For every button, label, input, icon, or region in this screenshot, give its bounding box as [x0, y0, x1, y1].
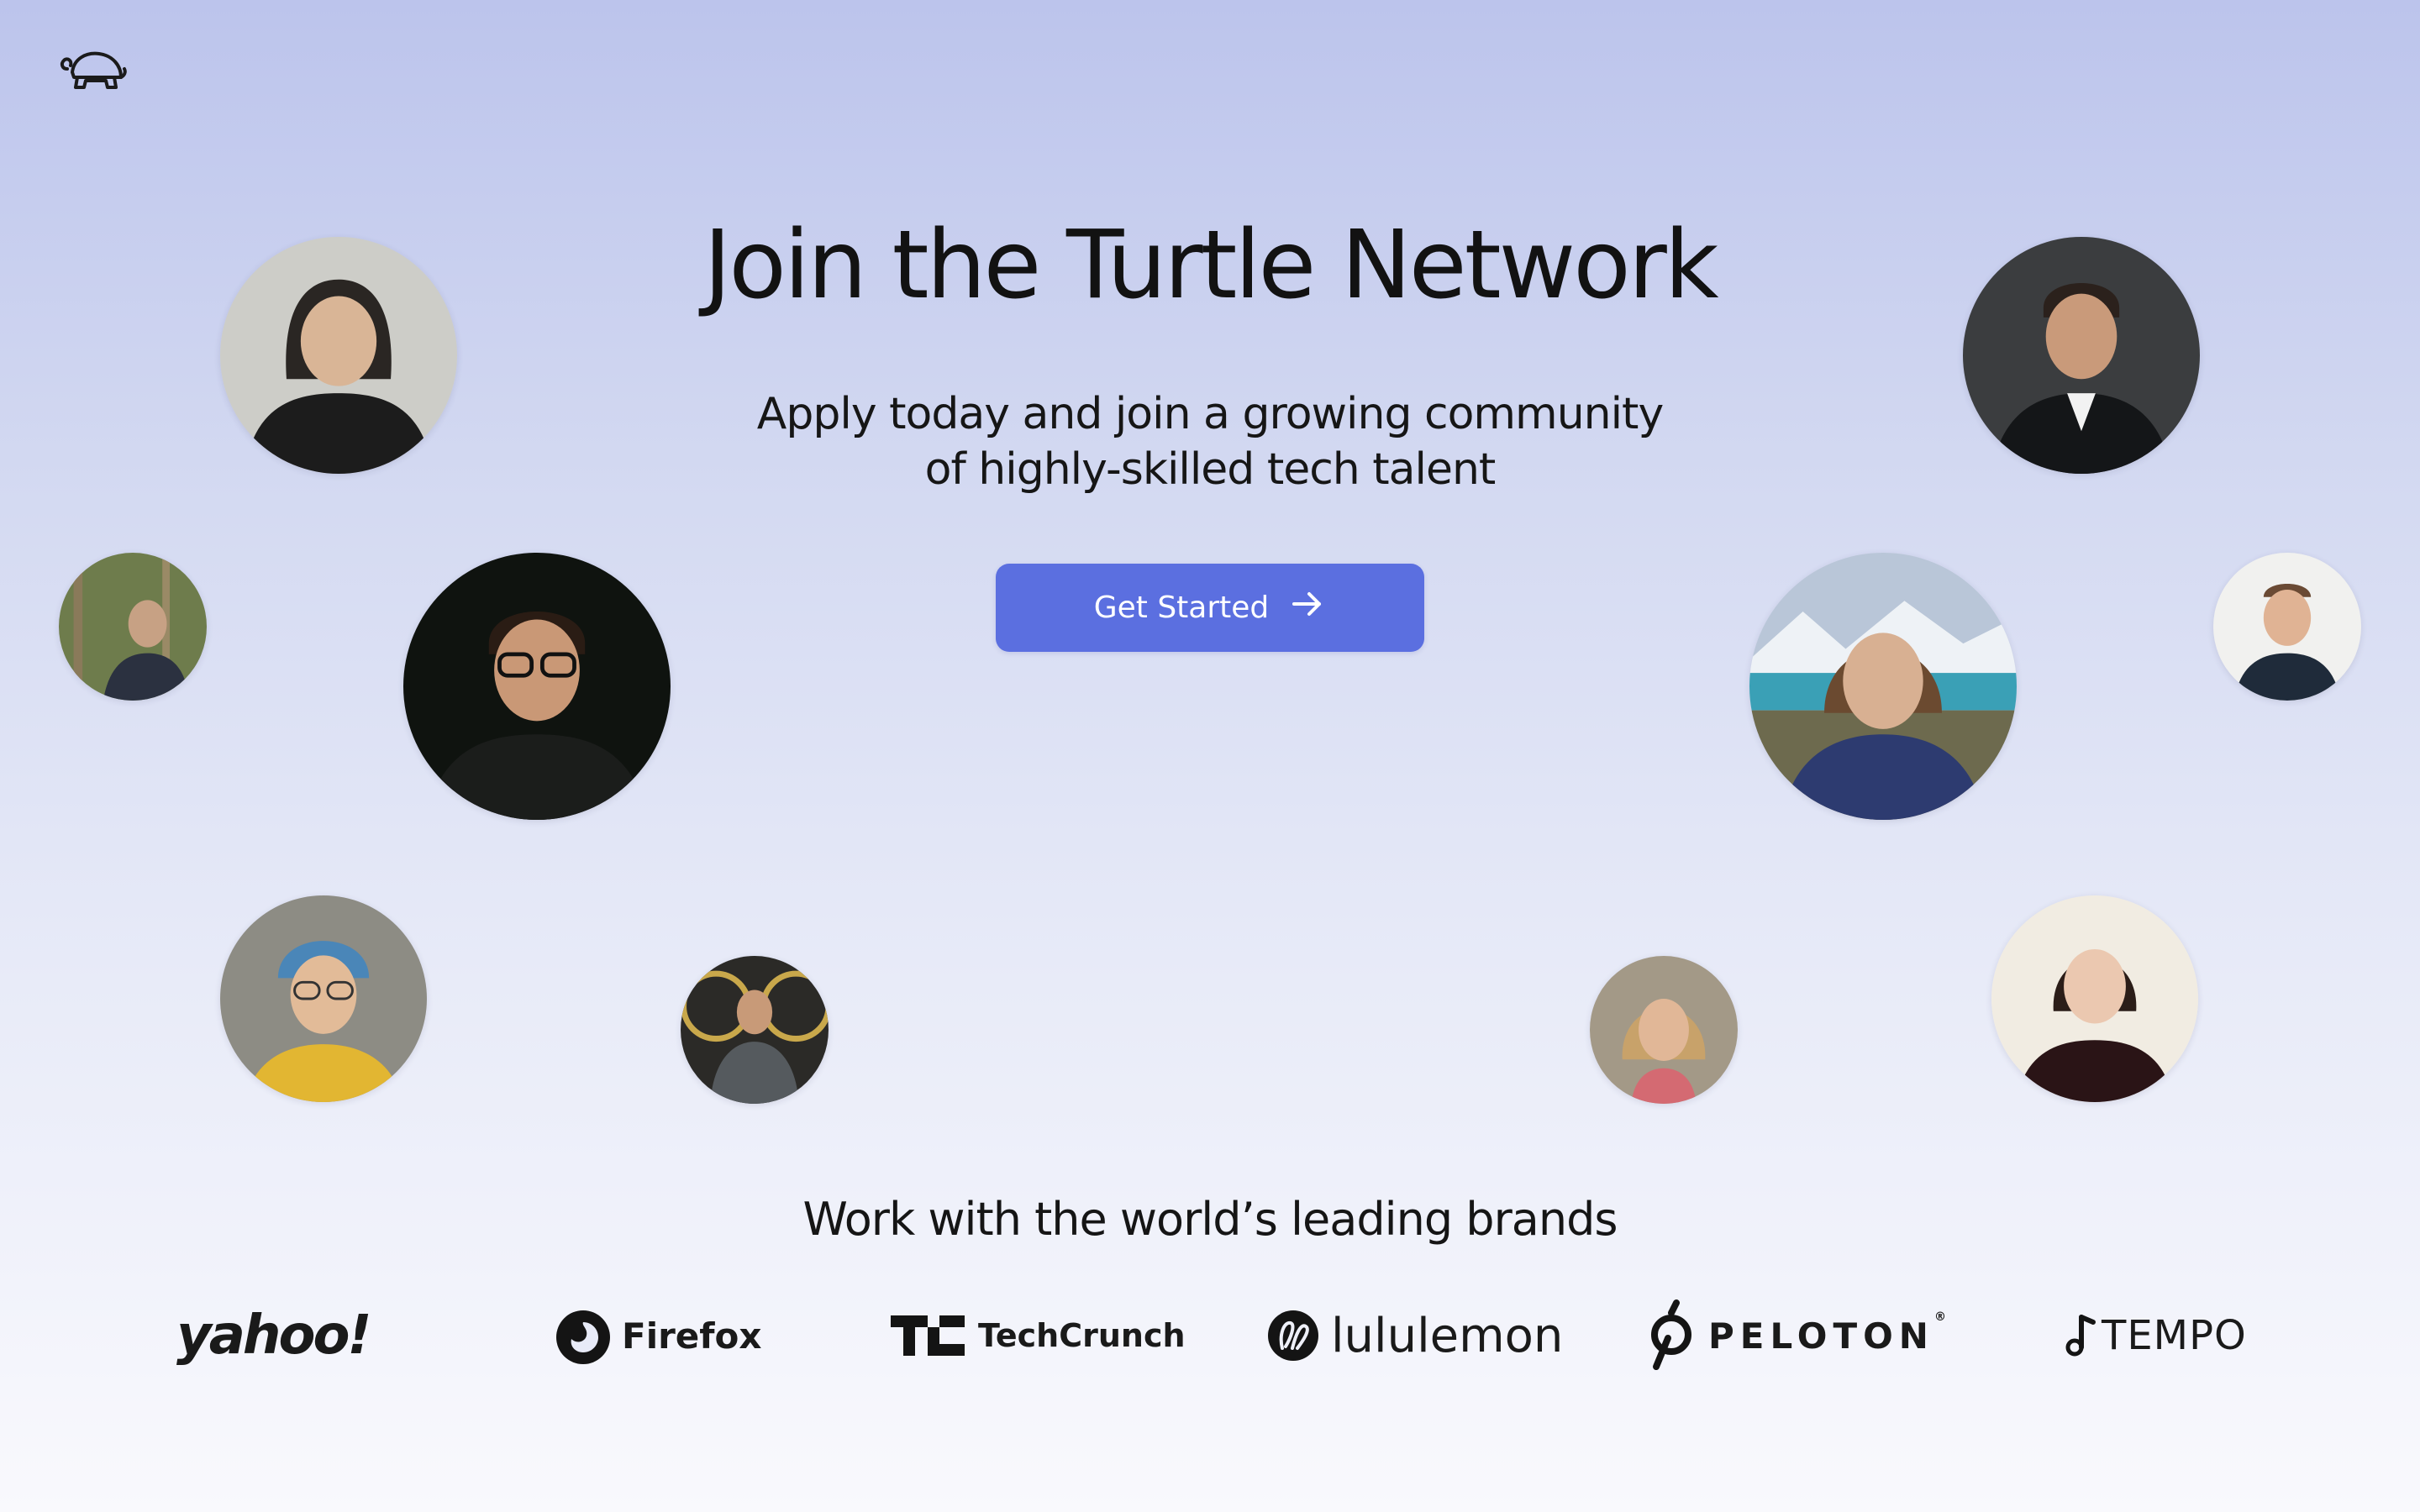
brand-logo-peloton: PELOTON ®: [1643, 1294, 1946, 1378]
brand-logo-firefox: Firefox: [553, 1294, 762, 1378]
avatar-member: [1963, 237, 2200, 474]
peloton-icon: [1651, 1299, 1691, 1370]
avatar-member: [2213, 553, 2361, 701]
brand-logo-tempo: TEMPO: [2063, 1294, 2247, 1378]
avatar-member: [403, 553, 671, 820]
turtle-logo-icon[interactable]: [55, 47, 129, 101]
hero-subtitle-line-1: Apply today and join a growing community: [756, 389, 1664, 439]
hero-subtitle-line-2: of highly-skilled tech talent: [924, 444, 1497, 495]
lululemon-icon: [1268, 1310, 1318, 1361]
avatar-member: [220, 237, 457, 474]
brand-name-lululemon: lululemon: [1331, 1308, 1564, 1363]
hero-subtitle: Apply today and join a growing community…: [739, 386, 1681, 497]
tempo-icon: [2065, 1315, 2096, 1357]
arrow-right-icon: [1289, 585, 1326, 630]
techcrunch-icon: [891, 1315, 965, 1356]
firefox-icon: [556, 1310, 610, 1364]
avatar-member: [1991, 895, 2198, 1102]
brands-heading: Work with the world’s leading brands: [802, 1193, 1618, 1246]
registered-mark: ®: [1933, 1310, 1946, 1324]
brand-logo-lululemon: lululemon: [1267, 1294, 1563, 1378]
avatar-member: [681, 956, 829, 1104]
brand-name-tempo: TEMPO: [2102, 1312, 2247, 1359]
brand-name-firefox: Firefox: [622, 1315, 762, 1357]
avatar-member: [59, 553, 207, 701]
avatar-member: [220, 895, 427, 1102]
brand-name-peloton: PELOTON: [1708, 1315, 1934, 1357]
brand-logo-techcrunch: TechCrunch: [891, 1294, 1186, 1378]
brand-logo-yahoo: yahoo!: [176, 1305, 372, 1367]
avatar-member: [1590, 956, 1738, 1104]
get-started-button[interactable]: Get Started: [996, 564, 1424, 652]
brand-name-techcrunch: TechCrunch: [978, 1317, 1186, 1354]
avatar-member: [1749, 553, 2017, 820]
get-started-label: Get Started: [1093, 591, 1270, 625]
